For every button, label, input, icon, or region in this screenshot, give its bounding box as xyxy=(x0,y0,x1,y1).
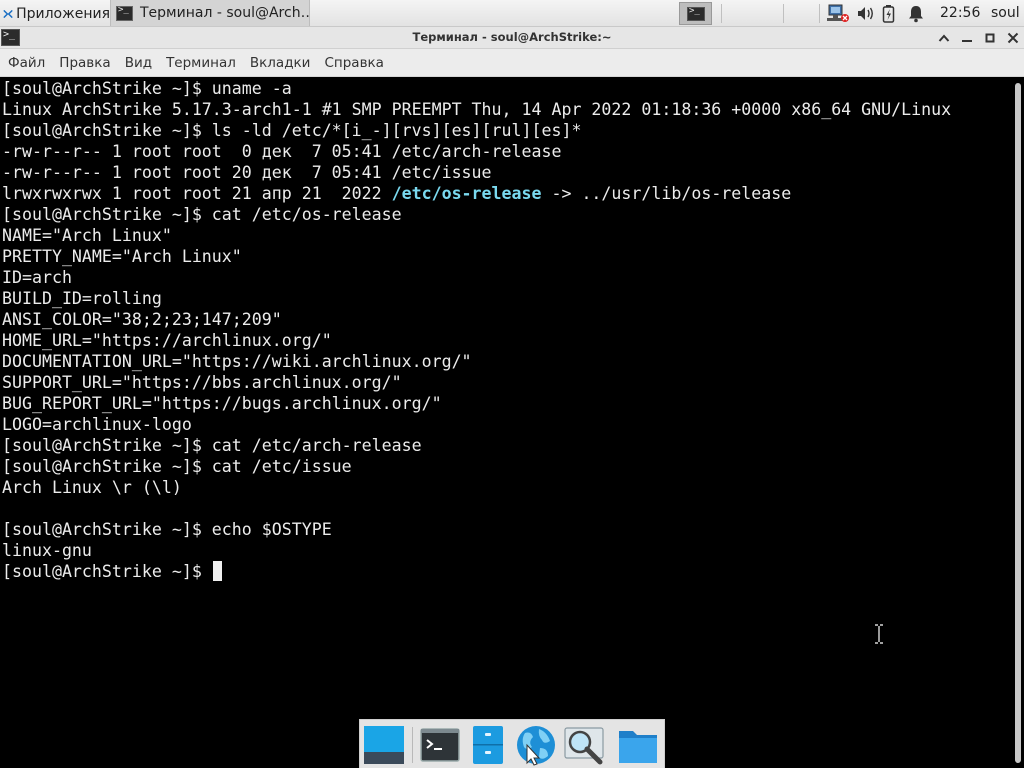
panel-separator xyxy=(819,4,820,23)
terminal-line: DOCUMENTATION_URL="https://wiki.archlinu… xyxy=(2,352,472,371)
terminal-line: [soul@ArchStrike ~]$ cat /etc/os-release xyxy=(2,205,402,224)
applications-menu-label: Приложения xyxy=(16,5,110,22)
terminal-line: SUPPORT_URL="https://bbs.archlinux.org/" xyxy=(2,373,402,392)
battery-icon[interactable] xyxy=(880,4,900,23)
terminal-line: [soul@ArchStrike ~]$ uname -a xyxy=(2,79,292,98)
dock-separator xyxy=(412,727,413,763)
terminal-line: [soul@ArchStrike ~]$ ls -ld /etc/*[i_-][… xyxy=(2,121,582,140)
terminal-line: [soul@ArchStrike ~]$ cat /etc/arch-relea… xyxy=(2,436,422,455)
menu-edit[interactable]: Правка xyxy=(52,49,117,77)
close-icon[interactable] xyxy=(1003,28,1023,48)
panel-separator xyxy=(721,4,722,23)
terminal-icon[interactable] xyxy=(418,723,462,767)
notification-bell-icon[interactable] xyxy=(906,4,926,23)
panel-separator xyxy=(783,4,784,23)
window-title: Терминал - soul@ArchStrike:~ xyxy=(412,30,612,44)
terminal-line: linux-gnu xyxy=(2,541,92,560)
workspace-switcher-button[interactable] xyxy=(679,2,712,25)
symlink-prefix: lrwxrwxrwx 1 root root 21 апр 21 2022 xyxy=(2,184,392,203)
menu-view[interactable]: Вид xyxy=(118,49,159,77)
terminal-line: ANSI_COLOR="38;2;23;147;209" xyxy=(2,310,282,329)
menu-help[interactable]: Справка xyxy=(317,49,390,77)
user-menu[interactable]: soul xyxy=(991,0,1020,27)
terminal-prompt-line[interactable]: [soul@ArchStrike ~]$ xyxy=(2,561,222,582)
terminal-line: [soul@ArchStrike ~]$ echo $OSTYPE xyxy=(2,520,332,539)
terminal-line: -rw-r--r-- 1 root root 20 дек 7 05:41 /e… xyxy=(2,163,492,182)
terminal-icon xyxy=(687,6,705,21)
dock xyxy=(359,719,665,768)
minimize-icon[interactable] xyxy=(957,28,977,48)
symlink-suffix: -> ../usr/lib/os-release xyxy=(541,184,792,203)
terminal-icon xyxy=(116,5,133,21)
terminal-line: Linux ArchStrike 5.17.3-arch1-1 #1 SMP P… xyxy=(2,100,952,119)
applications-menu-button[interactable]: Приложения xyxy=(0,0,110,27)
chevron-up-icon[interactable] xyxy=(934,28,954,48)
network-icon[interactable] xyxy=(826,4,850,23)
terminal-line: -rw-r--r-- 1 root root 0 дек 7 05:41 /et… xyxy=(2,142,562,161)
folder-icon[interactable] xyxy=(616,723,660,767)
menu-file[interactable]: Файл xyxy=(1,49,52,77)
terminal-line-symlink: lrwxrwxrwx 1 root root 21 апр 21 2022 /e… xyxy=(2,183,791,204)
terminal-output[interactable]: [soul@ArchStrike ~]$ uname -a Linux Arch… xyxy=(0,78,1012,768)
terminal-line: BUILD_ID=rolling xyxy=(2,289,162,308)
top-panel: Приложения Терминал - soul@Arch… 22:56 s… xyxy=(0,0,1024,27)
symlink-target-name: /etc/os-release xyxy=(391,184,542,203)
web-browser-icon[interactable] xyxy=(514,723,558,767)
terminal-line: PRETTY_NAME="Arch Linux" xyxy=(2,247,242,266)
terminal-scrollbar[interactable] xyxy=(1013,78,1024,768)
terminal-line: ID=arch xyxy=(2,268,72,287)
scrollbar-thumb[interactable] xyxy=(1015,83,1021,763)
volume-icon[interactable] xyxy=(855,4,875,23)
menu-tabs[interactable]: Вкладки xyxy=(243,49,318,77)
ibeam-pointer-icon xyxy=(875,624,883,644)
maximize-icon[interactable] xyxy=(980,28,1000,48)
text-cursor xyxy=(212,561,222,581)
window-titlebar[interactable]: Терминал - soul@ArchStrike:~ xyxy=(0,27,1024,49)
taskbar-terminal-button[interactable]: Терминал - soul@Arch… xyxy=(110,0,310,26)
xfce-mouse-icon xyxy=(3,9,13,18)
terminal-line: Arch Linux \r (\l) xyxy=(2,478,182,497)
terminal-menubar: Файл Правка Вид Терминал Вкладки Справка xyxy=(0,49,1024,77)
prompt: [soul@ArchStrike ~]$ xyxy=(2,562,212,581)
terminal-line: LOGO=archlinux-logo xyxy=(2,415,192,434)
menu-terminal[interactable]: Терминал xyxy=(159,49,243,77)
show-desktop-icon[interactable] xyxy=(362,723,406,767)
terminal-line: HOME_URL="https://archlinux.org/" xyxy=(2,331,332,350)
clock[interactable]: 22:56 xyxy=(940,0,980,27)
file-manager-icon[interactable] xyxy=(466,723,510,767)
terminal-line: [soul@ArchStrike ~]$ cat /etc/issue xyxy=(2,457,352,476)
taskbar-terminal-title: Терминал - soul@Arch… xyxy=(140,5,310,21)
app-finder-icon[interactable] xyxy=(562,723,606,767)
terminal-line: BUG_REPORT_URL="https://bugs.archlinux.o… xyxy=(2,394,442,413)
terminal-line: NAME="Arch Linux" xyxy=(2,226,172,245)
